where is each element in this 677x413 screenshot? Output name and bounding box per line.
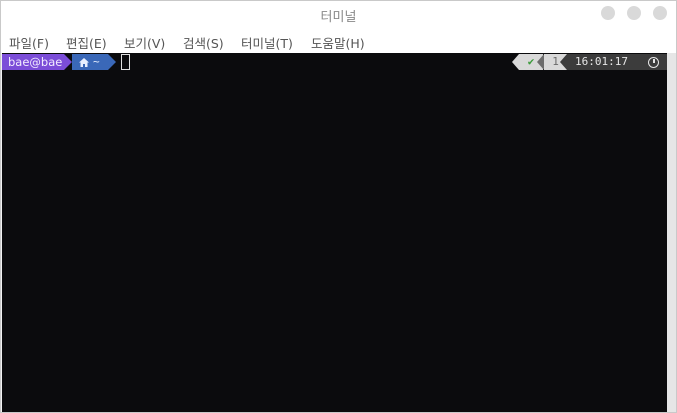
- title-bar[interactable]: 터미널: [1, 1, 676, 27]
- menu-terminal[interactable]: 터미널(T): [241, 33, 293, 52]
- clock-icon: [648, 57, 659, 68]
- prompt-separator-arrow: [108, 54, 116, 70]
- menu-search[interactable]: 검색(S): [183, 33, 224, 52]
- menu-bar: 파일(F) 편집(E) 보기(V) 검색(S) 터미널(T) 도움말(H): [1, 27, 676, 53]
- maximize-button[interactable]: [627, 6, 641, 20]
- prompt-separator-arrow: [560, 54, 567, 70]
- minimize-button[interactable]: [601, 6, 615, 20]
- terminal-area[interactable]: bae@bae ~ ✔ 1 16:01:17: [2, 53, 667, 412]
- prompt-right: ✔ 1 16:01:17: [507, 54, 667, 70]
- prompt-separator-arrow: [512, 54, 519, 70]
- prompt-directory-segment: ~: [72, 54, 108, 70]
- home-icon: [79, 58, 89, 67]
- prompt-directory: ~: [93, 55, 100, 68]
- prompt-time-segment: 16:01:17: [567, 54, 667, 70]
- close-button[interactable]: [653, 6, 667, 20]
- menu-file[interactable]: 파일(F): [9, 33, 49, 52]
- prompt-separator-arrow: [64, 54, 72, 70]
- window-title: 터미널: [320, 10, 357, 25]
- terminal-window: 터미널 파일(F) 편집(E) 보기(V) 검색(S) 터미널(T) 도움말(H…: [0, 0, 677, 413]
- prompt-time: 16:01:17: [575, 55, 628, 68]
- scrollbar[interactable]: [667, 53, 676, 412]
- prompt-separator-arrow: [537, 54, 544, 70]
- prompt-user-host: bae@bae: [2, 54, 64, 70]
- menu-view[interactable]: 보기(V): [124, 33, 165, 52]
- text-cursor: [121, 54, 130, 70]
- menu-edit[interactable]: 편집(E): [66, 33, 107, 52]
- menu-help[interactable]: 도움말(H): [311, 33, 365, 52]
